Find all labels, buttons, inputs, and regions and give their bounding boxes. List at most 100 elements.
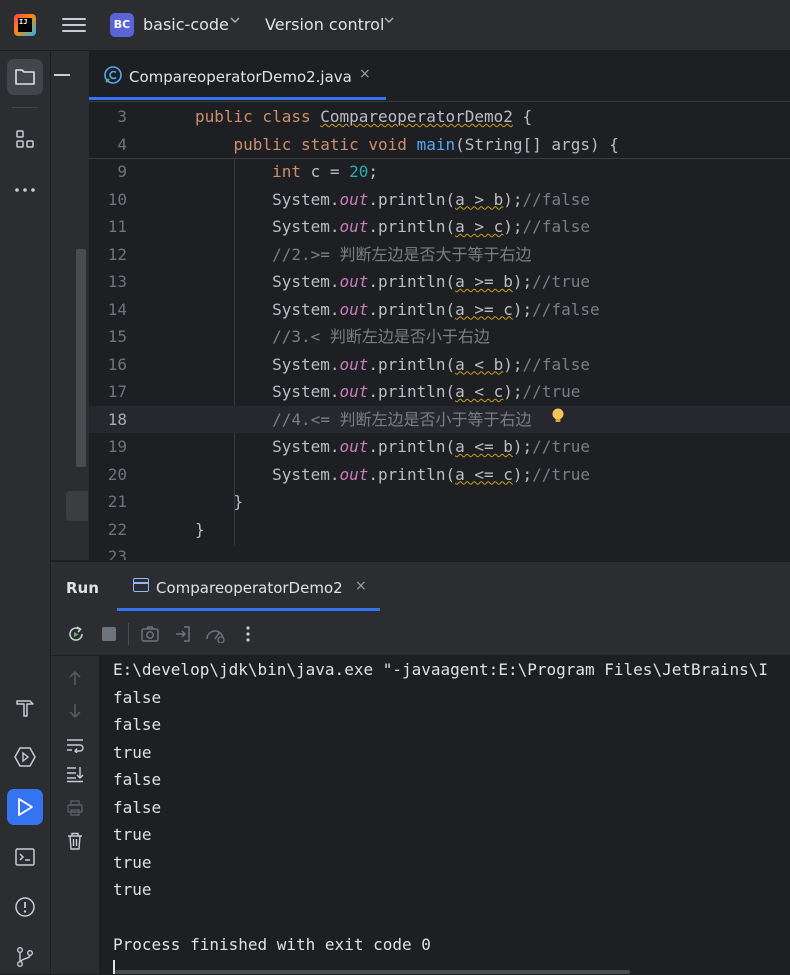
code-token: a < b: [455, 354, 504, 374]
chevron-down-icon[interactable]: [383, 14, 395, 29]
structure-icon[interactable]: [7, 121, 43, 157]
chevron-down-icon[interactable]: [229, 14, 241, 29]
code-line[interactable]: 17 System.out.println(a < c);//true: [89, 378, 790, 406]
console-output[interactable]: E:\develop\jdk\bin\java.exe "-javaagent:…: [99, 656, 790, 974]
problems-icon[interactable]: [7, 889, 43, 925]
code-token: );: [512, 437, 533, 456]
minimize-icon[interactable]: [54, 74, 70, 76]
code-line[interactable]: 20 System.out.println(a <= c);//true: [89, 461, 790, 489]
tool-window-strip: [0, 51, 51, 974]
build-hammer-icon[interactable]: [7, 689, 43, 725]
java-class-icon: [103, 65, 123, 89]
line-number[interactable]: 18: [89, 406, 127, 434]
line-number[interactable]: 13: [89, 268, 127, 296]
more-icon[interactable]: [7, 172, 43, 208]
code-text: }: [195, 516, 205, 544]
line-number[interactable]: 23: [89, 543, 127, 560]
code-line[interactable]: 9 int c = 20;: [89, 158, 790, 186]
trash-icon[interactable]: [63, 829, 87, 853]
title-bar: IJ BC basic-code Version control: [0, 0, 790, 51]
performance-icon[interactable]: [204, 623, 226, 645]
console-line: Process finished with exit code 0: [113, 935, 431, 954]
project-badge[interactable]: BC: [110, 13, 134, 37]
code-token: //4.<= 判断左边是否小于等于右边: [272, 409, 532, 429]
folder-icon[interactable]: [7, 59, 43, 95]
rerun-icon[interactable]: [65, 623, 87, 645]
code-token: out: [339, 217, 369, 236]
line-number[interactable]: 17: [89, 378, 127, 406]
code-editor[interactable]: 3 public class CompareoperatorDemo2 {4 pu…: [89, 102, 790, 560]
code-line[interactable]: 22}: [89, 516, 790, 544]
panel-scroll-thumb[interactable]: [66, 491, 88, 521]
code-text: System.out.println(a <= b);//true: [195, 433, 590, 461]
line-number[interactable]: 20: [89, 461, 127, 489]
line-number[interactable]: 11: [89, 213, 127, 241]
code-line[interactable]: 11 System.out.println(a > c);//false: [89, 213, 790, 241]
print-icon[interactable]: [63, 796, 87, 820]
code-line[interactable]: 19 System.out.println(a <= b);//true: [89, 433, 790, 461]
lightbulb-icon[interactable]: [551, 408, 565, 424]
more-vertical-icon[interactable]: [237, 623, 259, 645]
line-number[interactable]: 9: [89, 158, 127, 186]
soft-wrap-icon[interactable]: [63, 733, 87, 757]
line-number[interactable]: 14: [89, 296, 127, 324]
line-number[interactable]: 16: [89, 351, 127, 379]
close-icon[interactable]: ×: [359, 66, 371, 82]
line-number[interactable]: 21: [89, 488, 127, 516]
close-icon[interactable]: ×: [355, 578, 367, 594]
console-gutter: [51, 656, 99, 974]
code-token: out: [339, 437, 369, 456]
code-token: //true: [532, 464, 590, 484]
hamburger-menu-icon[interactable]: [62, 14, 86, 36]
code-token: a < c: [455, 382, 504, 401]
git-icon[interactable]: [7, 939, 43, 975]
line-number[interactable]: 4: [89, 131, 127, 159]
camera-icon[interactable]: [139, 623, 161, 645]
project-panel: [51, 51, 89, 560]
version-control-dropdown[interactable]: Version control: [265, 15, 384, 34]
run-icon[interactable]: [7, 789, 43, 825]
code-token: .println(: [368, 464, 456, 484]
line-number[interactable]: 19: [89, 433, 127, 461]
code-token: .println(: [368, 272, 456, 291]
code-line[interactable]: 15 //3.< 判断左边是否小于右边: [89, 323, 790, 351]
project-name-dropdown[interactable]: basic-code: [143, 15, 229, 34]
code-line[interactable]: 18 //4.<= 判断左边是否小于等于右边: [89, 405, 790, 434]
terminal-icon[interactable]: [7, 839, 43, 875]
code-line[interactable]: 12 //2.>= 判断左边是否大于等于右边: [89, 241, 790, 269]
line-number[interactable]: 3: [89, 103, 127, 131]
code-line[interactable]: 16 System.out.println(a < b);//false: [89, 351, 790, 379]
code-line[interactable]: 14 System.out.println(a >= c);//false: [89, 296, 790, 324]
code-line[interactable]: 4 public static void main(String[] args)…: [89, 131, 790, 159]
code-token: public class: [195, 107, 321, 126]
services-icon[interactable]: [7, 739, 43, 775]
arrow-down-icon[interactable]: [63, 699, 87, 723]
intellij-logo-icon[interactable]: IJ: [14, 14, 36, 36]
code-text: }: [195, 488, 244, 516]
horizontal-scrollbar[interactable]: [115, 970, 630, 974]
code-line[interactable]: 10 System.out.println(a > b);//false: [89, 186, 790, 214]
code-line[interactable]: 3 public class CompareoperatorDemo2 {: [89, 103, 790, 131]
scroll-to-end-icon[interactable]: [63, 762, 87, 786]
line-number[interactable]: 22: [89, 516, 127, 544]
console-window-icon: [133, 578, 149, 592]
code-line[interactable]: 23: [89, 543, 790, 560]
line-number[interactable]: 15: [89, 323, 127, 351]
tab-run-configuration[interactable]: CompareoperatorDemo2 ×: [117, 562, 380, 612]
tab-compareoperatordemo2[interactable]: CompareoperatorDemo2.java ×: [89, 51, 386, 101]
code-line[interactable]: 21 }: [89, 488, 790, 516]
code-token: out: [339, 354, 369, 374]
stop-icon[interactable]: [98, 623, 120, 645]
code-token: int: [272, 162, 311, 181]
code-token: .println(: [368, 437, 456, 456]
exit-icon[interactable]: [172, 623, 194, 645]
line-number[interactable]: 12: [89, 241, 127, 269]
code-token: //true: [532, 437, 590, 456]
app-logo-text: IJ: [18, 18, 32, 32]
panel-scrollbar[interactable]: [76, 249, 86, 467]
line-number[interactable]: 10: [89, 186, 127, 214]
code-line[interactable]: 13 System.out.println(a >= b);//true: [89, 268, 790, 296]
arrow-up-icon[interactable]: [63, 666, 87, 690]
